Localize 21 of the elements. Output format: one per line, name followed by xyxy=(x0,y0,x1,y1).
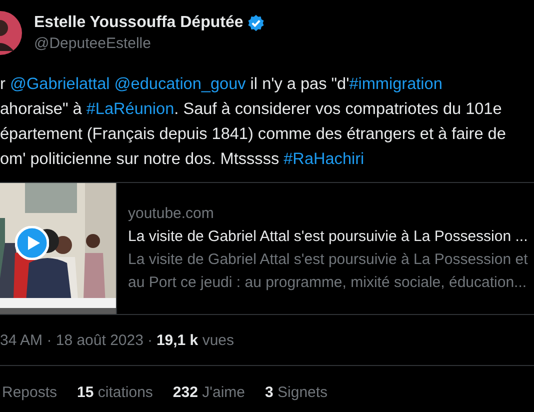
engagement-stat[interactable]: 232 J'aime xyxy=(172,384,245,400)
mention-link[interactable]: @Gabrielattal xyxy=(10,75,110,93)
hashtag-link[interactable]: #immigration xyxy=(349,75,442,93)
engagement-stat[interactable]: 15 citations xyxy=(77,384,153,400)
link-description: au Port ce jeudi : au programme, mixité sociale, éducation... xyxy=(128,273,528,293)
play-icon[interactable] xyxy=(15,226,49,260)
mention-link[interactable]: @education_gouv xyxy=(114,75,246,93)
engagement-stat[interactable]: Reposts xyxy=(2,384,58,400)
separator-dot: · xyxy=(147,332,152,348)
hashtag-link[interactable]: #LaRéunion xyxy=(86,100,174,118)
engagement-stat[interactable]: 3 Signets xyxy=(265,384,328,400)
author-name[interactable]: Estelle Youssouffa Députée xyxy=(34,14,244,32)
link-description: La visite de Gabriel Attal s'est poursuivie à La Possession et xyxy=(128,250,528,270)
link-domain: youtube.com xyxy=(128,204,215,224)
view-count: 19,1 k vues xyxy=(156,332,234,348)
link-title: La visite de Gabriel Attal s'est poursuivie à La Possession ... xyxy=(128,227,528,247)
timestamp[interactable]: 34 AM · 18 août 2023 xyxy=(0,332,144,348)
link-card[interactable]: youtube.com La visite de Gabriel Attal s'est poursuivie à La Possession ... La visite de Gabriel Attal s'est poursuivie à La Possession et au Port ce jeudi : au programme, mixité sociale, éducation... xyxy=(0,182,534,315)
hashtag-link[interactable]: #RaHachiri xyxy=(284,150,364,168)
author-handle[interactable]: @DeputeeEstelle xyxy=(34,35,266,52)
tweet-text: r @Gabrielattal @education_gouv il n'y a pas "d'#immigration ahoraise" à #LaRéunion. Sauf à considerer vos compatriotes du 101e épartement (Français depuis 1841) comme des étrangers et à faire de om' politicienne sur notre dos. Mtsssss #RaHachiri xyxy=(0,74,506,170)
